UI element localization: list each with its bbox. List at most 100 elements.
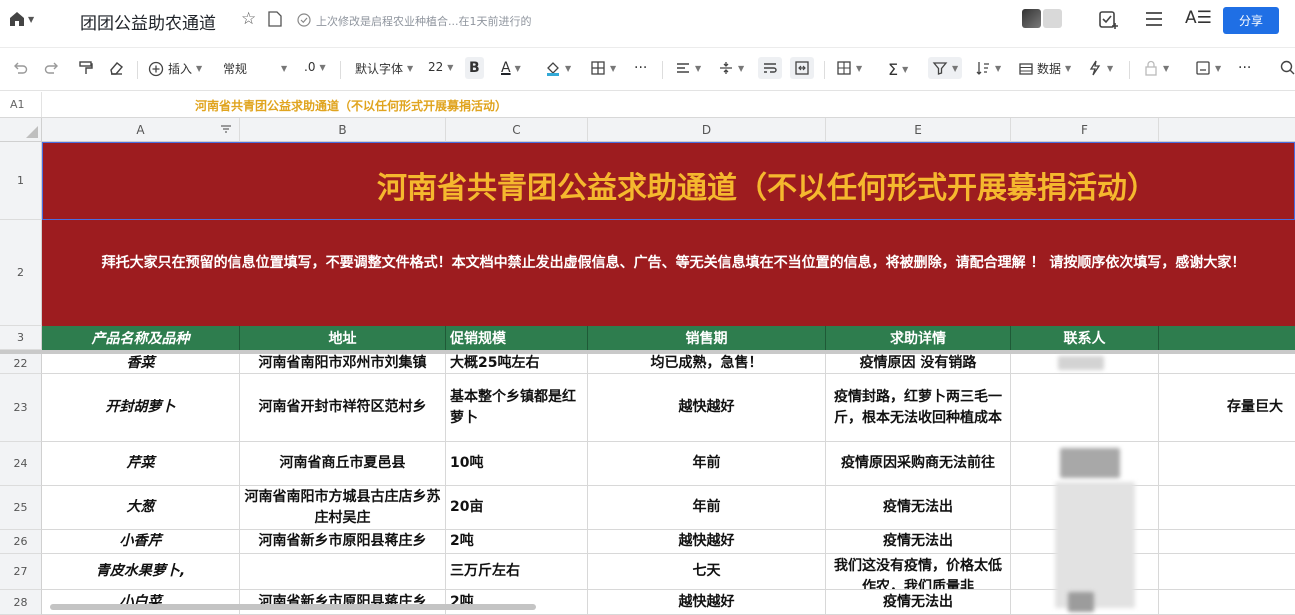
notice-banner-cell[interactable]: 拜托大家只在预留的信息位置填写，不要调整文件格式！本文档中禁止发出虚假信息、广告… (42, 220, 1295, 326)
cell-address[interactable]: 河南省南阳市邓州市刘集镇 (240, 354, 446, 374)
cell-detail[interactable]: 疫情原因采购商无法前往 (826, 442, 1011, 486)
cell-product[interactable]: 大葱 (42, 486, 240, 530)
header-contact[interactable]: 联系人 (1011, 326, 1159, 350)
header-scale[interactable]: 促销规模 (446, 326, 588, 350)
cell-reference[interactable]: A1 (0, 92, 42, 117)
insert-button[interactable]: 插入 ▼ (148, 60, 202, 77)
decimal-select[interactable]: .0 ▼ (304, 60, 326, 74)
column-header-a[interactable]: A (42, 118, 240, 142)
align-icon[interactable]: ▼ (675, 60, 701, 76)
header-address[interactable]: 地址 (240, 326, 446, 350)
cell-detail[interactable]: 疫情原因 没有销路 (826, 354, 1011, 374)
eraser-icon[interactable] (108, 60, 124, 76)
format-painter-icon[interactable] (78, 60, 94, 76)
file-icon[interactable] (268, 11, 282, 31)
fill-color-icon[interactable]: ▼ (545, 60, 571, 76)
row-header-25[interactable]: 25 (0, 486, 42, 530)
cell-address[interactable]: 河南省新乡市原阳县蒋庄乡 (240, 530, 446, 554)
cell-detail[interactable]: 疫情无法出 (826, 486, 1011, 530)
cell-detail[interactable]: 我们这没有疫情，价格太低作农，我们质量非 (826, 554, 1011, 590)
redo-icon[interactable] (44, 60, 60, 76)
cell-scale[interactable]: 2吨 (446, 590, 588, 615)
column-header-g[interactable] (1159, 118, 1295, 142)
row-header-26[interactable]: 26 (0, 530, 42, 554)
bold-icon[interactable]: B (465, 57, 484, 79)
search-icon[interactable] (1280, 60, 1295, 75)
cell-extra[interactable] (1159, 486, 1295, 530)
header-period[interactable]: 销售期 (588, 326, 826, 350)
cell-period[interactable]: 七天 (588, 554, 826, 590)
filter-icon[interactable]: ▼ (928, 57, 963, 79)
row-header-27[interactable]: 27 (0, 554, 42, 590)
vertical-align-icon[interactable]: ▼ (718, 60, 744, 76)
column-header-c[interactable]: C (446, 118, 588, 142)
border-icon[interactable]: ▼ (590, 60, 616, 76)
cell-product[interactable]: 小香芹 (42, 530, 240, 554)
cell-extra[interactable]: 存量巨大 (1159, 374, 1295, 442)
cell-detail[interactable]: 疫情封路，红萝卜两三毛一斤，根本无法收回种植成本 (826, 374, 1011, 442)
cell-product[interactable]: 芹菜 (42, 442, 240, 486)
header-extra[interactable] (1159, 326, 1295, 350)
cell-extra[interactable] (1159, 590, 1295, 615)
view-icon[interactable]: ▼ (1195, 60, 1221, 76)
more-options-icon[interactable]: ··· (1238, 60, 1251, 76)
cell-product[interactable]: 小白菜 (42, 590, 240, 615)
row-header-23[interactable]: 23 (0, 374, 42, 442)
cell-period[interactable]: 年前 (588, 486, 826, 530)
notification-icon[interactable] (1098, 9, 1120, 35)
avatar[interactable] (1043, 9, 1062, 28)
font-size-select[interactable]: 22 ▼ (428, 60, 453, 74)
cell-address[interactable]: 河南省开封市祥符区范村乡 (240, 374, 446, 442)
cell-address[interactable]: 河南省南阳市方城县古庄店乡苏庄村吴庄 (240, 486, 446, 530)
cell-product[interactable]: 青皮水果萝卜, (42, 554, 240, 590)
share-button[interactable]: 分享 (1223, 7, 1279, 34)
avatar[interactable] (1022, 9, 1041, 28)
cell-period[interactable]: 均已成熟，急售！ (588, 354, 826, 374)
more-icon[interactable]: ··· (634, 60, 647, 76)
flash-fill-icon[interactable]: ▼ (1087, 60, 1113, 76)
cell-extra[interactable] (1159, 530, 1295, 554)
undo-icon[interactable] (12, 60, 28, 76)
row-header-24[interactable]: 24 (0, 442, 42, 486)
row-header-22[interactable]: 22 (0, 354, 42, 374)
cell-period[interactable]: 年前 (588, 442, 826, 486)
cell-contact[interactable] (1011, 374, 1159, 442)
column-header-b[interactable]: B (240, 118, 446, 142)
font-family-select[interactable]: 默认字体 ▼ (355, 60, 413, 77)
sum-icon[interactable]: Σ ▼ (888, 60, 908, 79)
cell-scale[interactable]: 三万斤左右 (446, 554, 588, 590)
cell-address[interactable]: 河南省商丘市夏邑县 (240, 442, 446, 486)
cell-scale[interactable]: 2吨 (446, 530, 588, 554)
lock-icon[interactable]: ▼ (1143, 60, 1169, 76)
doc-title[interactable]: 团团公益助农通道 (80, 9, 216, 34)
cell-extra[interactable] (1159, 354, 1295, 374)
cell-extra[interactable] (1159, 554, 1295, 590)
cell-scale[interactable]: 10吨 (446, 442, 588, 486)
cell-address[interactable] (240, 554, 446, 590)
column-header-f[interactable]: F (1011, 118, 1159, 142)
column-header-e[interactable]: E (826, 118, 1011, 142)
number-format-select[interactable]: 常规 ▼ (223, 60, 287, 77)
header-product[interactable]: 产品名称及品种 (42, 326, 240, 350)
collaborators[interactable] (1022, 9, 1062, 28)
merge-cells-icon[interactable] (790, 57, 814, 79)
select-all-corner[interactable] (0, 118, 42, 142)
cell-scale[interactable]: 20亩 (446, 486, 588, 530)
column-header-d[interactable]: D (588, 118, 826, 142)
wrap-text-icon[interactable] (758, 57, 782, 79)
cell-detail[interactable]: 疫情无法出 (826, 530, 1011, 554)
last-modified-text[interactable]: 上次修改是启程农业种植合...在1天前进行的 (316, 13, 532, 29)
formula-input[interactable]: 河南省共青团公益求助通道（不以任何形式开展募捐活动） (195, 97, 507, 114)
cell-product[interactable]: 香菜 (42, 354, 240, 374)
row-header-28[interactable]: 28 (0, 590, 42, 615)
cell-period[interactable]: 越快越好 (588, 374, 826, 442)
cell-period[interactable]: 越快越好 (588, 530, 826, 554)
text-color-icon[interactable]: A ▼ (501, 60, 521, 76)
star-icon[interactable]: ☆ (241, 9, 256, 29)
column-filter-icon[interactable] (219, 122, 233, 139)
home-menu[interactable]: ▼ (8, 10, 34, 28)
conditional-format-icon[interactable]: ▼ (836, 60, 862, 76)
title-banner-cell[interactable]: 河南省共青团公益求助通道（不以任何形式开展募捐活动） (42, 142, 1295, 220)
cell-extra[interactable] (1159, 442, 1295, 486)
sort-icon[interactable]: ▼ (975, 60, 1001, 76)
